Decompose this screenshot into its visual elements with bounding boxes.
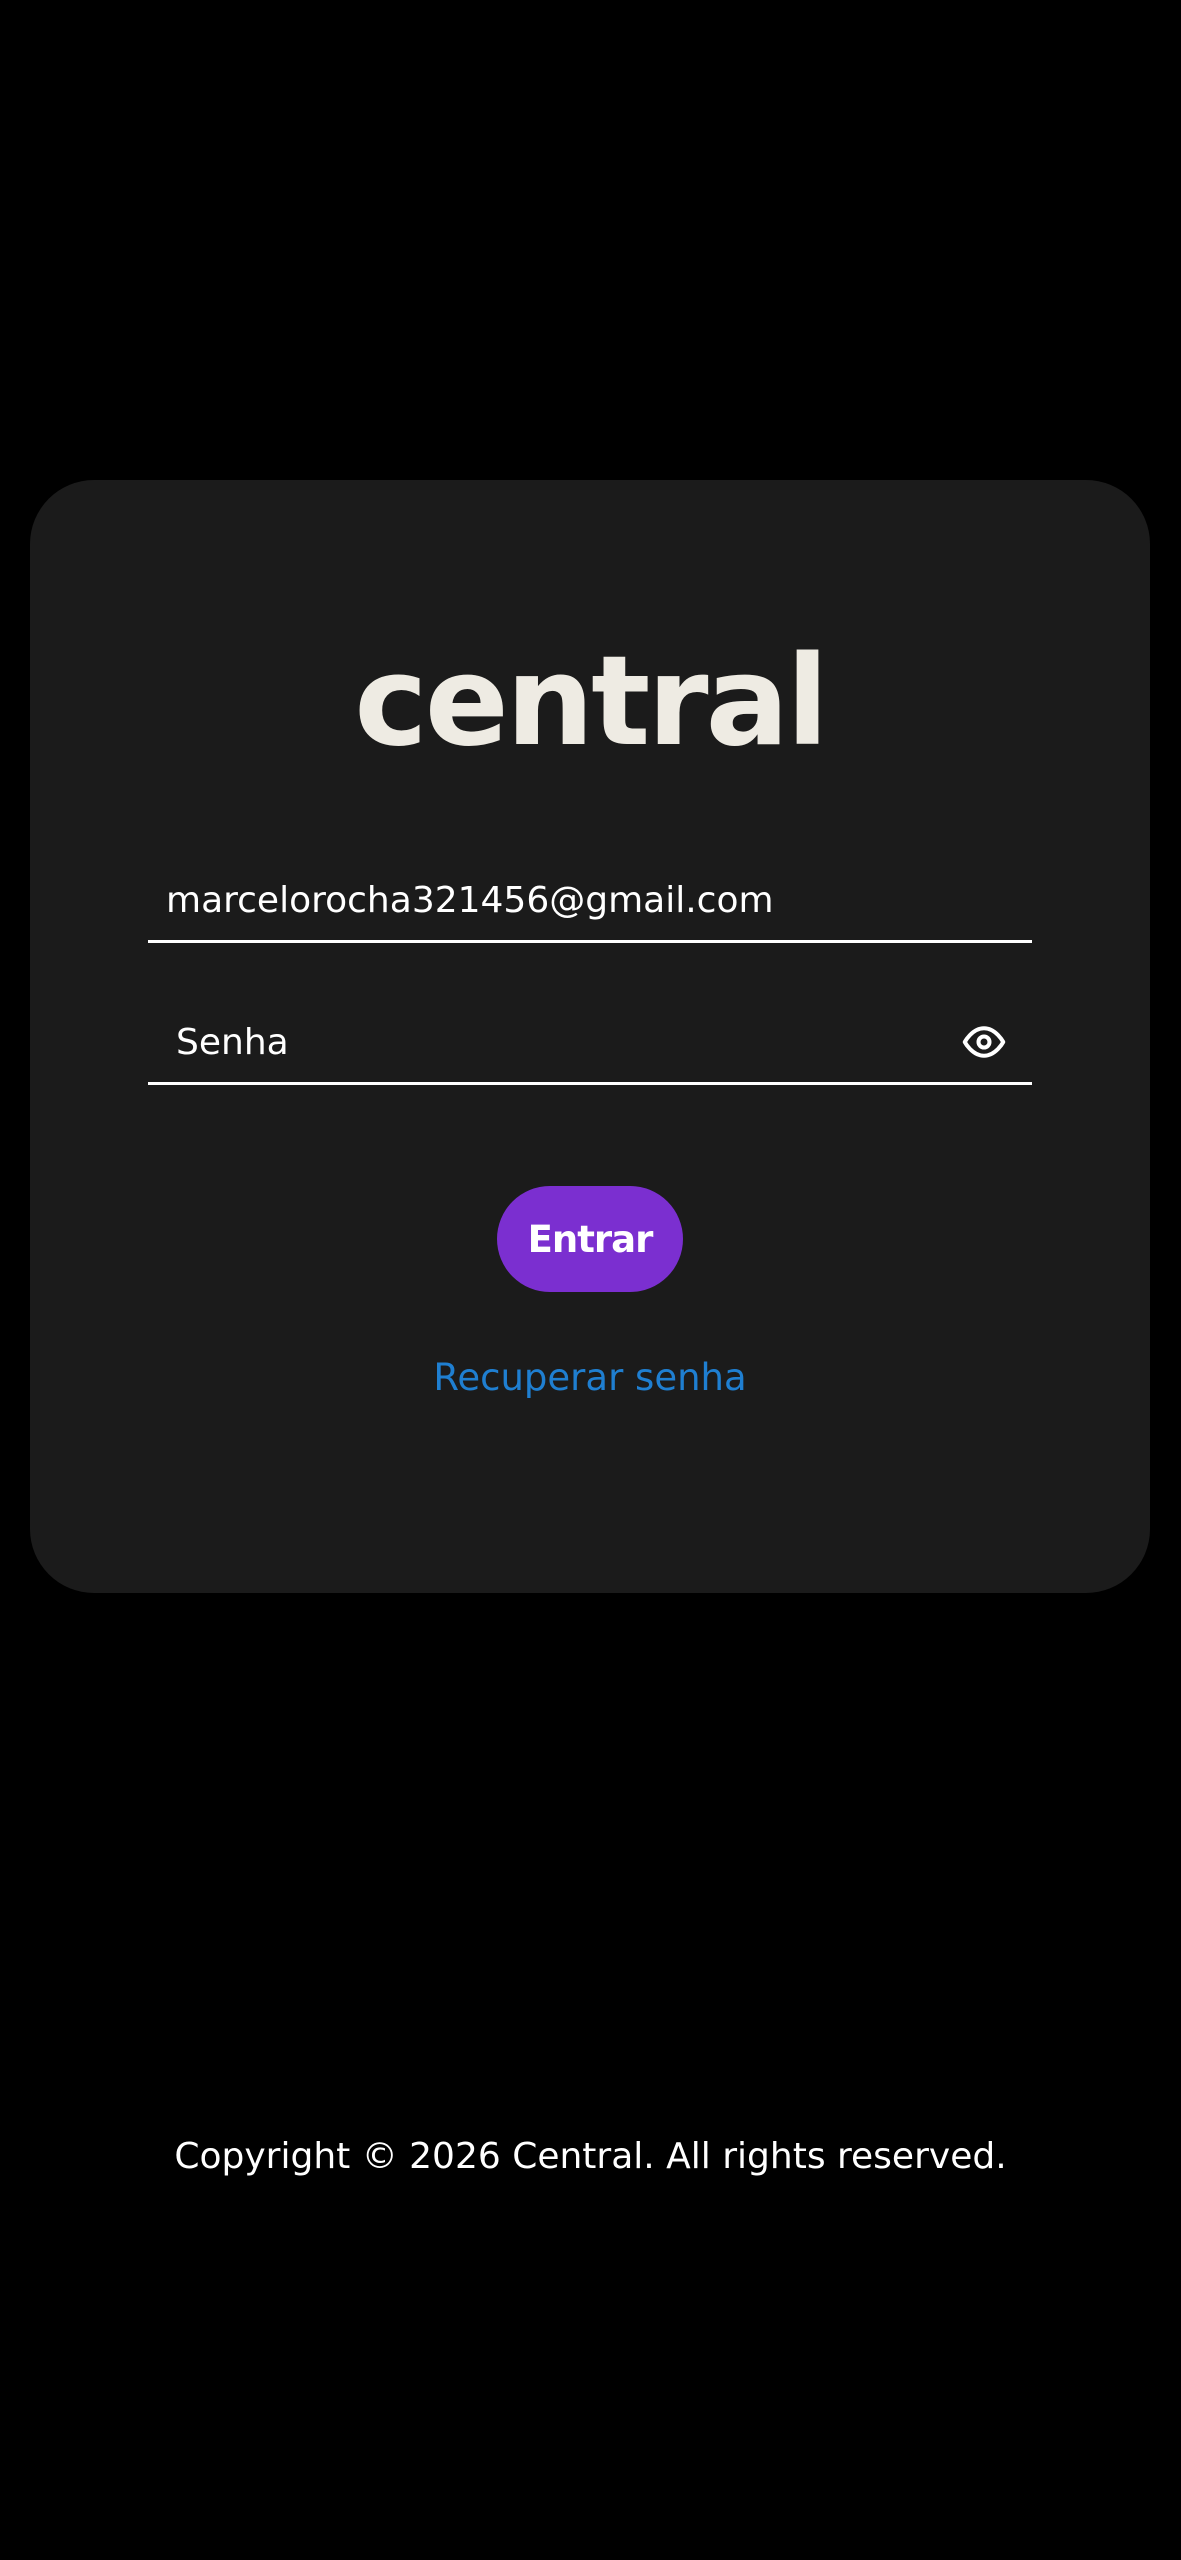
recover-password-link[interactable]: Recuperar senha xyxy=(30,1356,1150,1399)
email-field-container xyxy=(148,860,1032,943)
login-button[interactable]: Entrar xyxy=(497,1186,683,1292)
central-logo: central xyxy=(354,630,829,774)
email-field[interactable] xyxy=(148,860,1032,940)
login-card: central Entrar Recuperar senha xyxy=(30,480,1150,1593)
eye-icon[interactable] xyxy=(962,1020,1006,1064)
password-field-container xyxy=(148,1002,1032,1085)
copyright-text: Copyright © 2026 Central. All rights res… xyxy=(174,2136,1007,2177)
password-field[interactable] xyxy=(148,1002,1032,1082)
